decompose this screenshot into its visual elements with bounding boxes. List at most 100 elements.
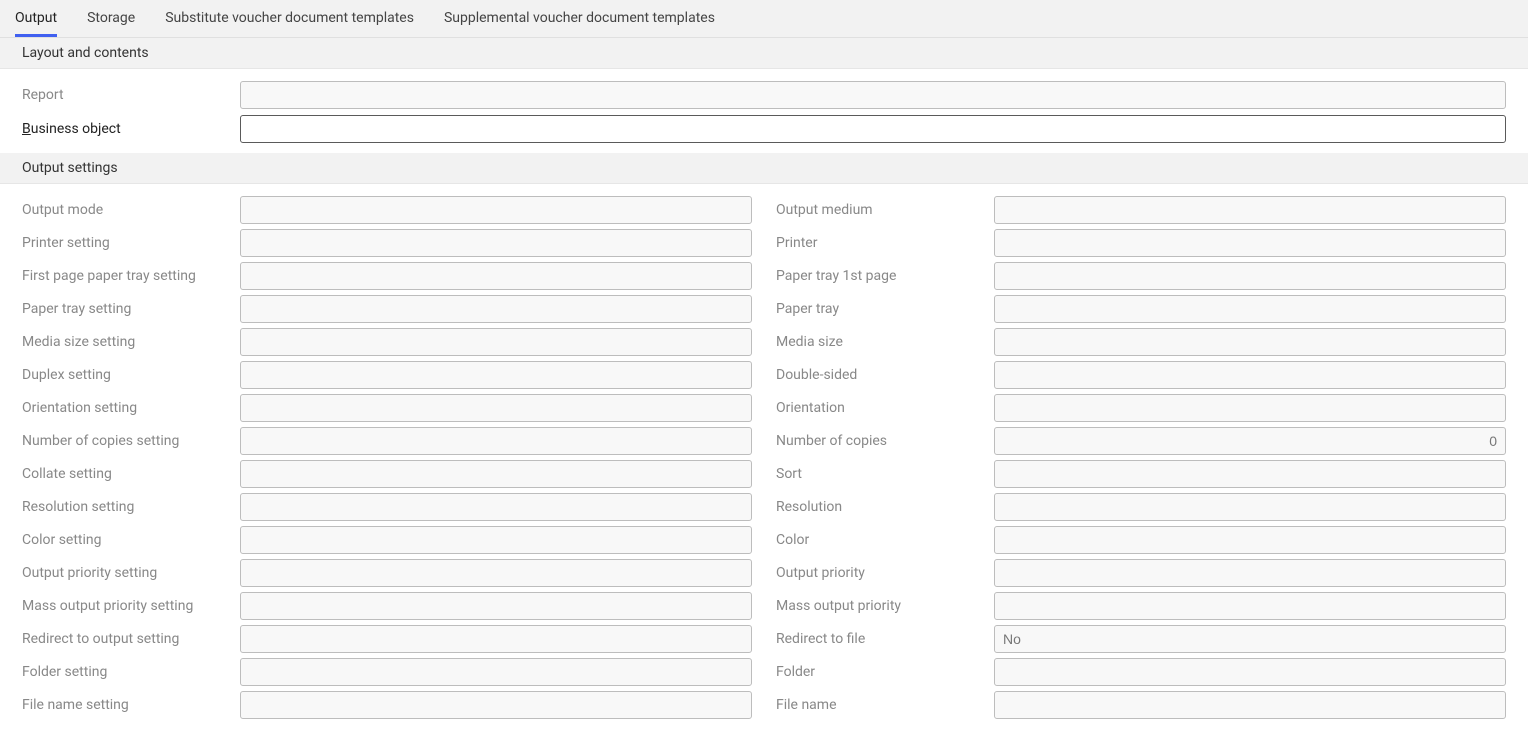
label-left-resolution-setting: Resolution setting <box>22 499 232 515</box>
input-left-duplex-setting[interactable] <box>240 361 752 389</box>
input-right-orientation[interactable] <box>994 394 1506 422</box>
input-left-file-name-setting[interactable] <box>240 691 752 719</box>
row-left-paper-tray-setting: Paper tray setting <box>22 295 752 323</box>
input-left-output-mode[interactable] <box>240 196 752 224</box>
input-report[interactable] <box>240 81 1506 109</box>
label-left-output-priority-setting: Output priority setting <box>22 565 232 581</box>
row-right-output-medium: Output medium <box>776 196 1506 224</box>
row-right-file-name: File name <box>776 691 1506 719</box>
input-right-mass-output-priority[interactable] <box>994 592 1506 620</box>
input-right-output-medium[interactable] <box>994 196 1506 224</box>
label-left-redirect-to-output-setting: Redirect to output setting <box>22 631 232 647</box>
input-business-object[interactable] <box>240 115 1506 143</box>
input-right-media-size[interactable] <box>994 328 1506 356</box>
row-left-collate-setting: Collate setting <box>22 460 752 488</box>
row-right-orientation: Orientation <box>776 394 1506 422</box>
input-left-orientation-setting[interactable] <box>240 394 752 422</box>
input-right-file-name[interactable] <box>994 691 1506 719</box>
label-right-color: Color <box>776 532 986 548</box>
output-settings-left-col: Output mode Printer setting First page pap… <box>22 196 752 724</box>
input-right-folder[interactable] <box>994 658 1506 686</box>
input-left-paper-tray-setting[interactable] <box>240 295 752 323</box>
row-right-printer: Printer <box>776 229 1506 257</box>
label-right-orientation: Orientation <box>776 400 986 416</box>
input-left-printer-setting[interactable] <box>240 229 752 257</box>
tab-substitute-voucher[interactable]: Substitute voucher document templates <box>165 0 414 37</box>
label-left-collate-setting: Collate setting <box>22 466 232 482</box>
label-left-printer-setting: Printer setting <box>22 235 232 251</box>
label-right-mass-output-priority: Mass output priority <box>776 598 986 614</box>
section-output-settings: Output settings <box>0 153 1528 184</box>
input-left-first-page-paper-tray-setting[interactable] <box>240 262 752 290</box>
label-left-orientation-setting: Orientation setting <box>22 400 232 416</box>
input-right-printer[interactable] <box>994 229 1506 257</box>
input-right-output-priority[interactable] <box>994 559 1506 587</box>
label-right-resolution: Resolution <box>776 499 986 515</box>
input-left-color-setting[interactable] <box>240 526 752 554</box>
input-right-double-sided[interactable] <box>994 361 1506 389</box>
row-left-duplex-setting: Duplex setting <box>22 361 752 389</box>
input-right-number-of-copies[interactable] <box>994 427 1506 455</box>
input-left-number-of-copies-setting[interactable] <box>240 427 752 455</box>
tab-output[interactable]: Output <box>15 0 57 37</box>
row-left-resolution-setting: Resolution setting <box>22 493 752 521</box>
row-left-redirect-to-output-setting: Redirect to output setting <box>22 625 752 653</box>
row-left-media-size-setting: Media size setting <box>22 328 752 356</box>
row-business-object: Business object <box>22 115 1506 143</box>
row-left-printer-setting: Printer setting <box>22 229 752 257</box>
label-right-number-of-copies: Number of copies <box>776 433 986 449</box>
input-left-resolution-setting[interactable] <box>240 493 752 521</box>
label-right-output-medium: Output medium <box>776 202 986 218</box>
row-left-file-name-setting: File name setting <box>22 691 752 719</box>
output-settings-right-col: Output medium Printer Paper tray 1st page P… <box>776 196 1506 724</box>
tab-supplemental-voucher[interactable]: Supplemental voucher document templates <box>444 0 715 37</box>
label-left-color-setting: Color setting <box>22 532 232 548</box>
row-right-resolution: Resolution <box>776 493 1506 521</box>
input-left-redirect-to-output-setting[interactable] <box>240 625 752 653</box>
row-right-media-size: Media size <box>776 328 1506 356</box>
tab-bar: Output Storage Substitute voucher docume… <box>0 0 1528 38</box>
input-right-redirect-to-file[interactable] <box>994 625 1506 653</box>
row-left-color-setting: Color setting <box>22 526 752 554</box>
row-left-output-mode: Output mode <box>22 196 752 224</box>
label-business-object: Business object <box>22 121 232 137</box>
input-right-paper-tray-1st-page[interactable] <box>994 262 1506 290</box>
label-right-redirect-to-file: Redirect to file <box>776 631 986 647</box>
row-right-paper-tray: Paper tray <box>776 295 1506 323</box>
label-right-paper-tray: Paper tray <box>776 301 986 317</box>
output-settings-grid: Output mode Printer setting First page pap… <box>0 184 1528 728</box>
input-left-folder-setting[interactable] <box>240 658 752 686</box>
label-right-file-name: File name <box>776 697 986 713</box>
input-right-resolution[interactable] <box>994 493 1506 521</box>
input-left-media-size-setting[interactable] <box>240 328 752 356</box>
row-right-output-priority: Output priority <box>776 559 1506 587</box>
tab-storage[interactable]: Storage <box>87 0 135 37</box>
row-left-output-priority-setting: Output priority setting <box>22 559 752 587</box>
label-report: Report <box>22 87 232 103</box>
input-left-output-priority-setting[interactable] <box>240 559 752 587</box>
row-right-color: Color <box>776 526 1506 554</box>
row-left-number-of-copies-setting: Number of copies setting <box>22 427 752 455</box>
row-right-paper-tray-1st-page: Paper tray 1st page <box>776 262 1506 290</box>
row-right-double-sided: Double-sided <box>776 361 1506 389</box>
label-left-paper-tray-setting: Paper tray setting <box>22 301 232 317</box>
input-right-sort[interactable] <box>994 460 1506 488</box>
input-left-mass-output-priority-setting[interactable] <box>240 592 752 620</box>
input-left-collate-setting[interactable] <box>240 460 752 488</box>
input-right-paper-tray[interactable] <box>994 295 1506 323</box>
row-right-number-of-copies: Number of copies <box>776 427 1506 455</box>
row-report: Report <box>22 81 1506 109</box>
label-right-printer: Printer <box>776 235 986 251</box>
row-right-mass-output-priority: Mass output priority <box>776 592 1506 620</box>
row-left-mass-output-priority-setting: Mass output priority setting <box>22 592 752 620</box>
input-right-color[interactable] <box>994 526 1506 554</box>
row-left-first-page-paper-tray-setting: First page paper tray setting <box>22 262 752 290</box>
label-left-file-name-setting: File name setting <box>22 697 232 713</box>
label-left-mass-output-priority-setting: Mass output priority setting <box>22 598 232 614</box>
layout-form: Report Business object <box>0 69 1528 153</box>
label-left-output-mode: Output mode <box>22 202 232 218</box>
label-left-number-of-copies-setting: Number of copies setting <box>22 433 232 449</box>
row-right-redirect-to-file: Redirect to file <box>776 625 1506 653</box>
label-right-folder: Folder <box>776 664 986 680</box>
row-left-folder-setting: Folder setting <box>22 658 752 686</box>
